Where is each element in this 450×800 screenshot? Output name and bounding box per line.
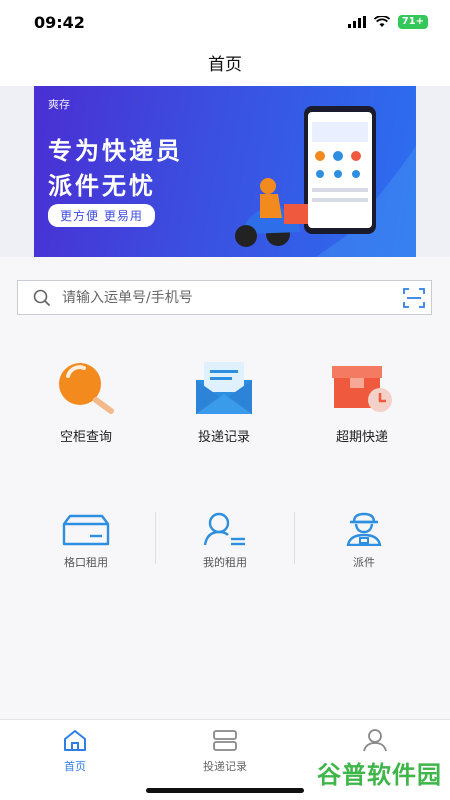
nav-bar: 首页 <box>0 44 450 86</box>
service-label: 格口租用 <box>64 556 108 569</box>
tab-delivery-records[interactable]: 投递记录 <box>150 728 300 774</box>
courier-icon <box>346 512 382 547</box>
status-time: 09:42 <box>34 13 85 32</box>
banner-logo: 爽存 <box>48 98 70 111</box>
page-title: 首页 <box>208 55 242 75</box>
feature-empty-locker-query[interactable]: 空柜查询 <box>26 360 146 445</box>
tab-label: 首页 <box>64 760 86 773</box>
service-compartment-rental[interactable]: 格口租用 <box>17 512 155 570</box>
service-dispatch[interactable]: 派件 <box>295 512 433 570</box>
banner-headline-1: 专为快递员 <box>48 137 183 165</box>
search-input[interactable] <box>62 281 392 314</box>
feature-label: 投递记录 <box>197 430 250 445</box>
status-bar: 09:42 71+ <box>0 0 450 44</box>
record-icon <box>213 730 237 751</box>
wifi-icon <box>373 16 390 27</box>
banner-edge-right <box>416 86 450 257</box>
home-icon <box>64 730 86 751</box>
scan-icon[interactable] <box>403 288 425 308</box>
user-list-icon <box>203 512 245 546</box>
status-icons: 71+ <box>347 15 428 29</box>
service-label: 派件 <box>353 556 375 569</box>
magnifier-icon <box>59 363 114 414</box>
banner-headline-2: 派件无忧 <box>48 172 156 200</box>
signal-icon <box>347 16 366 28</box>
watermark-logo: 谷普软件园 <box>317 755 442 790</box>
promo-banner[interactable]: 爽存 专为快递员 派件无忧 更方便 更易用 <box>34 86 416 257</box>
service-my-rentals[interactable]: 我的租用 <box>156 512 294 570</box>
envelope-icon <box>196 362 252 414</box>
banner-tagline: 更方便 更易用 <box>48 204 155 227</box>
watermark-text: 谷普软件园 <box>317 761 442 789</box>
feature-overdue-parcels[interactable]: 超期快递 <box>302 360 422 445</box>
service-label: 我的租用 <box>203 556 247 569</box>
feature-label: 超期快递 <box>335 430 388 445</box>
feature-delivery-records[interactable]: 投递记录 <box>164 360 284 445</box>
tab-home[interactable]: 首页 <box>0 728 150 774</box>
phone-courier-illustration <box>235 106 416 257</box>
feature-label: 空柜查询 <box>59 430 112 445</box>
battery-indicator: 71+ <box>397 15 428 29</box>
tab-profile[interactable] <box>300 728 450 758</box>
profile-icon <box>363 729 387 752</box>
banner-edge-left <box>0 86 34 257</box>
search-icon <box>33 289 51 307</box>
overdue-box-icon <box>332 366 392 412</box>
search-bar[interactable] <box>17 280 432 315</box>
box-icon <box>62 514 110 546</box>
home-indicator <box>146 788 304 793</box>
tab-label: 投递记录 <box>203 760 247 773</box>
